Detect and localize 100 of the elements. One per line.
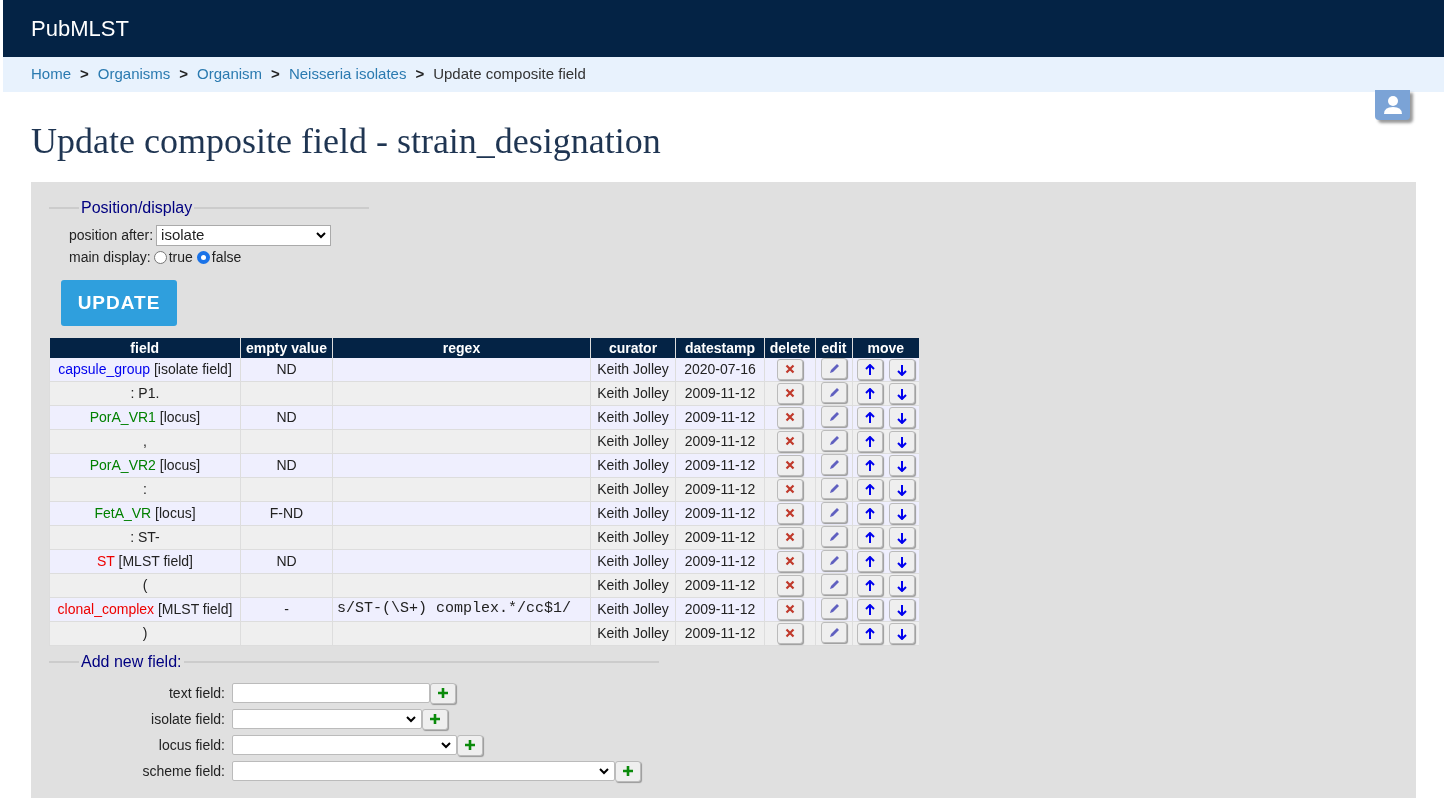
site-title[interactable]: PubMLST [31, 12, 129, 45]
move-up-button[interactable] [856, 599, 883, 620]
position-select[interactable]: isolate [156, 224, 332, 246]
arrow-up-icon [864, 531, 875, 544]
arrow-up-icon [864, 507, 875, 520]
move-down-button[interactable] [888, 503, 915, 524]
arrow-up-icon [864, 603, 875, 616]
edit-button[interactable] [821, 574, 847, 595]
move-down-button[interactable] [888, 575, 915, 596]
move-up-button[interactable] [856, 623, 883, 644]
edit-button[interactable] [821, 502, 847, 523]
radio-button[interactable] [153, 250, 167, 264]
move-down-button[interactable] [888, 479, 915, 500]
pencil-icon [827, 458, 841, 471]
move-down-button[interactable] [888, 359, 915, 380]
move-up-button[interactable] [856, 383, 883, 404]
delete-button[interactable] [777, 622, 803, 644]
edit-button[interactable] [821, 430, 847, 451]
move-down-button[interactable] [888, 551, 915, 572]
breadcrumb-link[interactable]: Organisms [97, 63, 171, 86]
breadcrumb-link[interactable]: Home [31, 63, 71, 86]
close-icon [785, 556, 795, 567]
move-up-button[interactable] [856, 479, 883, 500]
delete-button[interactable] [777, 358, 803, 380]
delete-button[interactable] [777, 502, 803, 524]
move-up-button[interactable] [856, 407, 883, 428]
move-up-button[interactable] [856, 551, 883, 572]
table-cell: 2009-11-12 [675, 573, 765, 598]
edit-button[interactable] [821, 358, 847, 379]
close-icon [785, 604, 795, 615]
table-cell: ND [240, 405, 333, 430]
breadcrumb-link[interactable]: Neisseria isolates [288, 63, 407, 86]
table-cell: 2009-11-12 [675, 501, 765, 526]
edit-button[interactable] [821, 478, 847, 499]
move-down-button[interactable] [888, 623, 915, 644]
breadcrumb-separator: > [80, 64, 89, 85]
close-icon [785, 388, 795, 399]
move-up-button[interactable] [856, 455, 883, 476]
close-icon [785, 436, 795, 447]
delete-button[interactable] [777, 454, 803, 476]
edit-button[interactable] [821, 406, 847, 427]
table-cell: : P1. [49, 381, 241, 406]
column-header: empty value [240, 338, 333, 358]
text-input[interactable] [232, 683, 430, 703]
pencil-icon [827, 506, 841, 519]
edit-button[interactable] [821, 526, 847, 547]
add-button[interactable] [422, 708, 448, 730]
add-button[interactable] [457, 734, 483, 756]
arrow-down-icon [896, 363, 907, 376]
delete-button[interactable] [777, 382, 803, 404]
move-down-button[interactable] [888, 599, 915, 620]
close-icon [785, 460, 795, 471]
user-icon[interactable] [1375, 90, 1410, 120]
field-select[interactable] [232, 735, 457, 755]
move-down-button[interactable] [888, 527, 915, 548]
move-up-button[interactable] [856, 575, 883, 596]
plus-icon [464, 739, 476, 751]
edit-button[interactable] [821, 454, 847, 475]
delete-button[interactable] [777, 550, 803, 572]
delete-button[interactable] [777, 598, 803, 620]
pencil-icon [827, 362, 841, 375]
pencil-icon [827, 626, 841, 639]
breadcrumb-link[interactable]: Organism [197, 63, 263, 86]
move-up-button[interactable] [856, 431, 883, 452]
move-down-button[interactable] [888, 431, 915, 452]
edit-button[interactable] [821, 382, 847, 403]
delete-button[interactable] [777, 478, 803, 500]
pencil-icon [827, 386, 841, 399]
table-cell: 2009-11-12 [675, 429, 765, 454]
move-down-button[interactable] [888, 455, 915, 476]
edit-button[interactable] [821, 622, 847, 643]
table-cell: capsule_group [isolate field] [49, 358, 241, 382]
delete-button[interactable] [777, 430, 803, 452]
move-up-button[interactable] [856, 359, 883, 380]
arrow-down-icon [896, 459, 907, 472]
section-legend: Position/display [79, 196, 195, 220]
move-down-button[interactable] [888, 407, 915, 428]
field-label: main display: [69, 247, 151, 267]
edit-button[interactable] [821, 550, 847, 571]
column-header: move [852, 338, 919, 358]
update-button[interactable]: UPDATE [61, 280, 177, 326]
field-select[interactable] [232, 761, 615, 781]
plus-icon [437, 687, 449, 699]
move-up-button[interactable] [856, 503, 883, 524]
table-cell: : ST- [49, 525, 241, 550]
close-icon [785, 412, 795, 423]
field-select[interactable] [232, 709, 422, 729]
delete-button[interactable] [777, 574, 803, 596]
add-button[interactable] [430, 682, 456, 704]
table-cell: PorA_VR2 [locus] [49, 453, 241, 478]
move-up-button[interactable] [856, 527, 883, 548]
add-button[interactable] [615, 760, 641, 782]
delete-button[interactable] [777, 406, 803, 428]
pencil-icon [827, 602, 841, 615]
table-cell: Keith Jolley [590, 477, 676, 502]
move-down-button[interactable] [888, 383, 915, 404]
delete-button[interactable] [777, 526, 803, 548]
close-icon [785, 364, 795, 375]
radio-button[interactable] [196, 250, 210, 264]
edit-button[interactable] [821, 598, 847, 619]
